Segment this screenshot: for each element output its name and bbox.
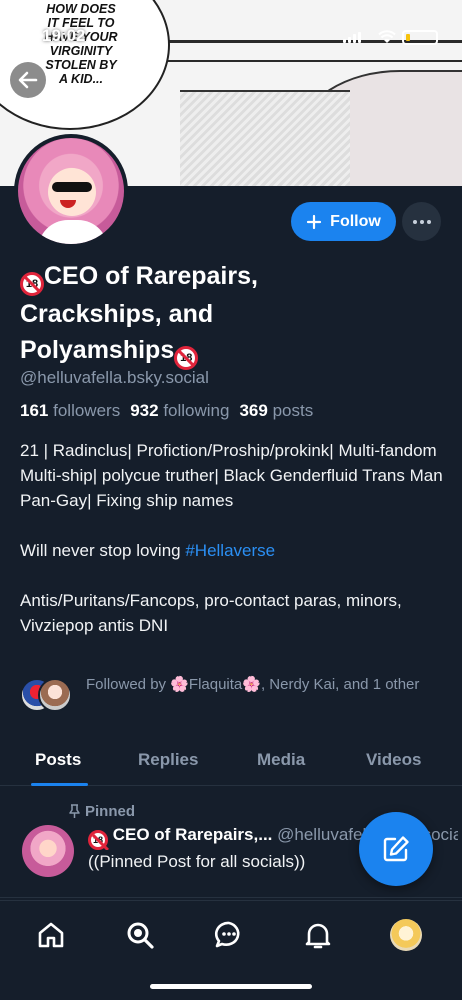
plus-icon (307, 214, 322, 229)
ellipsis-icon (412, 219, 431, 224)
posts-count: 369 (239, 401, 268, 420)
tab-posts[interactable]: Posts (35, 750, 81, 770)
compose-icon (383, 836, 409, 862)
nav-profile[interactable] (388, 917, 424, 953)
pinned-label: Pinned (85, 803, 136, 820)
home-icon (38, 922, 64, 948)
followers-count: 161 (20, 401, 49, 420)
compose-button[interactable] (359, 812, 433, 886)
following-count: 932 (130, 401, 159, 420)
nav-notifications[interactable] (300, 917, 336, 953)
flower-icon: 🌸 (242, 676, 261, 693)
followers-stat[interactable]: 161 followers (20, 401, 120, 421)
followers-label: followers (53, 401, 121, 420)
bio-line: 21 | Radinclus| Profiction/Proship/proki… (20, 441, 443, 510)
adult-badge-icon: 18 (174, 346, 199, 370)
status-time: 19:02 (42, 26, 86, 45)
profile-avatar-small (390, 919, 422, 951)
follower-avatar (38, 678, 72, 712)
follow-button[interactable]: Follow (291, 202, 396, 241)
nav-search[interactable] (122, 917, 158, 953)
display-name-text: CEO of Rarepairs, Crackships, and Polyam… (20, 262, 258, 364)
followed-by-prefix: Followed by (86, 676, 171, 693)
nav-chat[interactable] (211, 917, 247, 953)
following-stat[interactable]: 932 following (130, 401, 229, 421)
pin-icon (69, 804, 80, 818)
profile-bio: 21 | Radinclus| Profiction/Proship/proki… (20, 438, 450, 663)
status-bar: 19:02 (0, 22, 462, 52)
arrow-left-icon (18, 71, 38, 89)
back-button[interactable] (10, 62, 46, 98)
tab-replies[interactable]: Replies (138, 750, 198, 770)
posts-stat: 369 posts (239, 401, 313, 421)
profile-stats: 161 followers 932 following 369 posts (20, 401, 313, 421)
following-label: following (163, 401, 230, 420)
nav-home[interactable] (33, 917, 69, 953)
bio-line: Antis/Puritans/Fancops, pro-contact para… (20, 591, 402, 635)
profile-tabs: Posts Replies Media Videos (0, 740, 462, 786)
pinned-indicator: Pinned (68, 803, 135, 820)
followed-by-rest: , Nerdy Kai, and 1 other (260, 676, 420, 693)
adult-badge-icon: 18 (88, 830, 108, 850)
hashtag-link[interactable]: #Hellaverse (185, 541, 275, 560)
followed-by-text: Followed by 🌸Flaquita🌸, Nerdy Kai, and 1… (86, 674, 431, 696)
more-options-button[interactable] (402, 202, 441, 241)
follow-label: Follow (330, 212, 381, 230)
chat-icon (214, 921, 240, 948)
flower-icon: 🌸 (170, 676, 189, 693)
signal-icon (343, 32, 361, 43)
avatar-image (18, 138, 124, 244)
tab-media[interactable]: Media (257, 750, 305, 770)
profile-handle: @helluvafella.bsky.social (20, 368, 209, 387)
bio-line: Will never stop loving #Hellaverse (20, 538, 450, 563)
follower-name: Flaquita (188, 676, 243, 693)
search-icon (127, 922, 154, 949)
display-name: 18 CEO of Rarepairs, Crackships, and Poly… (20, 258, 350, 370)
home-indicator (150, 984, 312, 989)
post-author-avatar[interactable] (22, 825, 74, 877)
tab-videos[interactable]: Videos (366, 750, 421, 770)
battery-icon (402, 30, 438, 45)
posts-label: posts (272, 401, 314, 420)
post-text: ((Pinned Post for all socials)) (88, 852, 306, 871)
followed-by[interactable]: Followed by 🌸Flaquita🌸, Nerdy Kai, and 1… (20, 674, 450, 718)
profile-avatar[interactable] (14, 134, 128, 248)
post-author-name[interactable]: CEO of Rarepairs,... (113, 825, 273, 844)
active-tab-indicator (31, 783, 88, 786)
adult-badge-icon: 18 (20, 272, 44, 296)
wifi-icon (378, 30, 396, 43)
bio-text: Will never stop loving (20, 541, 186, 560)
bell-icon (305, 923, 331, 949)
